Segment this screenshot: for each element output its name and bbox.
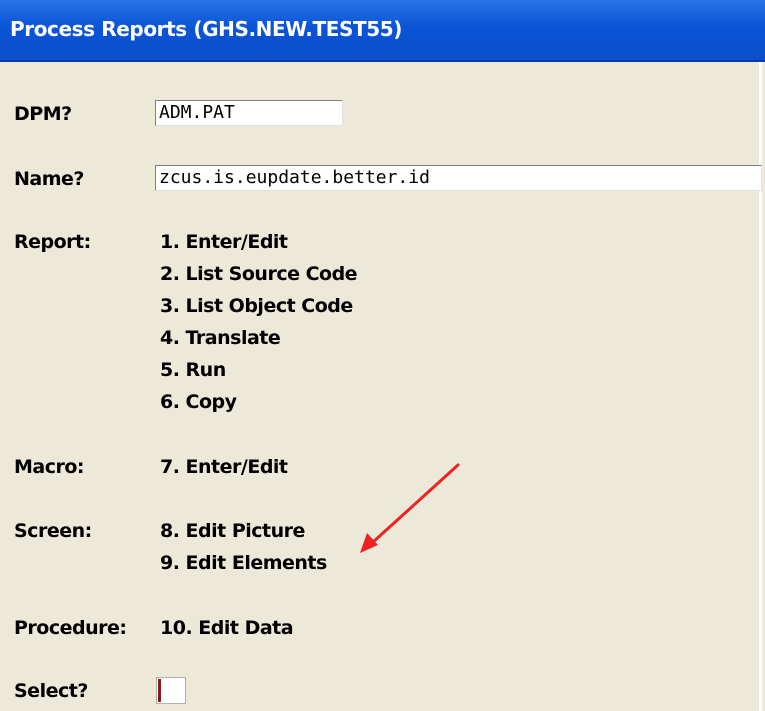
menu-item-run[interactable]: 5. Run [160, 359, 226, 381]
form-panel [0, 62, 762, 711]
menu-item-edit-picture[interactable]: 8. Edit Picture [160, 520, 305, 542]
window-title: Process Reports (GHS.NEW.TEST55) [10, 17, 403, 41]
menu-item-translate[interactable]: 4. Translate [160, 327, 281, 349]
report-label: Report: [14, 231, 91, 253]
name-field[interactable]: zcus.is.eupdate.better.id [155, 165, 762, 191]
menu-item-report-enter-edit[interactable]: 1. Enter/Edit [160, 231, 288, 253]
text-cursor [158, 679, 161, 702]
dpm-label: DPM? [14, 103, 72, 125]
macro-label: Macro: [14, 456, 85, 478]
menu-item-list-object-code[interactable]: 3. List Object Code [160, 295, 353, 317]
select-input[interactable] [156, 677, 186, 704]
menu-item-edit-data[interactable]: 10. Edit Data [160, 617, 294, 639]
name-label: Name? [14, 168, 84, 190]
procedure-label: Procedure: [14, 617, 127, 639]
menu-item-list-source-code[interactable]: 2. List Source Code [160, 263, 358, 285]
screen-label: Screen: [14, 520, 92, 542]
menu-item-edit-elements[interactable]: 9. Edit Elements [160, 552, 327, 574]
menu-item-copy[interactable]: 6. Copy [160, 391, 237, 413]
select-label: Select? [14, 680, 88, 702]
window-titlebar: Process Reports (GHS.NEW.TEST55) [0, 0, 765, 62]
dpm-field[interactable]: ADM.PAT [155, 100, 343, 126]
menu-item-macro-enter-edit[interactable]: 7. Enter/Edit [160, 456, 288, 478]
